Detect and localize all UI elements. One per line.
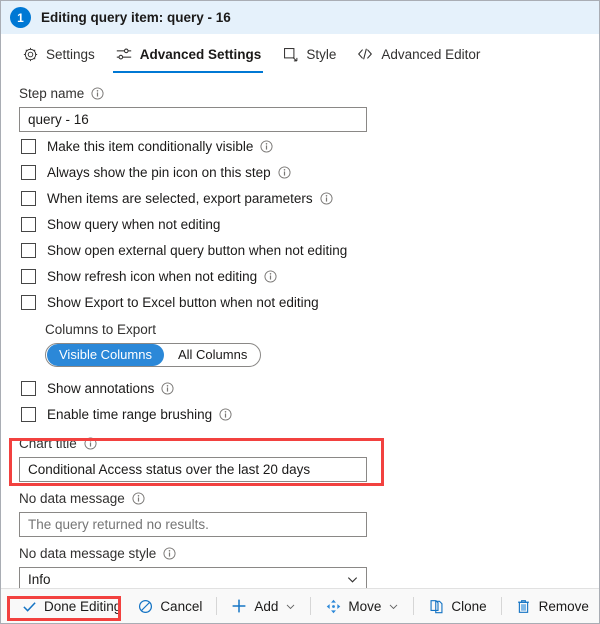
page-title: Editing query item: query - 16 [41, 10, 231, 25]
step-number-badge: 1 [10, 7, 31, 28]
step-name-label-row: Step name [1, 83, 599, 103]
gear-icon [21, 45, 39, 63]
move-button[interactable]: Move [317, 594, 407, 619]
no-data-message-input[interactable] [19, 512, 367, 537]
checkmark-icon [21, 598, 37, 614]
checkbox-label: Show open external query button when not… [47, 242, 348, 258]
cancel-label: Cancel [160, 598, 203, 614]
info-icon[interactable] [219, 407, 232, 421]
chevron-down-icon[interactable] [285, 601, 296, 612]
checkbox-label: When items are selected, export paramete… [47, 190, 313, 206]
pivot-option-visible-columns[interactable]: Visible Columns [47, 344, 164, 366]
checkbox-always-show-pin[interactable] [21, 164, 36, 180]
checkbox-show-export-to-excel[interactable] [21, 294, 36, 310]
add-button[interactable]: Add [223, 594, 304, 619]
panel-header: 1 Editing query item: query - 16 [1, 1, 599, 34]
step-name-input[interactable] [19, 107, 367, 132]
style-square-icon [281, 45, 299, 63]
sliders-icon [115, 45, 133, 63]
pivot-option-all-columns[interactable]: All Columns [166, 344, 259, 366]
copy-icon [428, 598, 444, 614]
info-icon[interactable] [278, 165, 291, 179]
tab-advanced-editor-label: Advanced Editor [381, 46, 481, 62]
checkbox-export-parameters[interactable] [21, 190, 36, 206]
tab-advanced-settings[interactable]: Advanced Settings [105, 34, 272, 74]
checkbox-show-refresh-icon[interactable] [21, 268, 36, 284]
toolbar-separator [413, 597, 415, 615]
checkbox-show-open-external-query[interactable] [21, 242, 36, 258]
checkbox-label: Always show the pin icon on this step [47, 164, 271, 180]
chart-title-label-row: Chart title [1, 433, 599, 453]
tab-advanced-settings-label: Advanced Settings [139, 46, 262, 62]
clone-button[interactable]: Clone [420, 594, 494, 619]
checkbox-label: Enable time range brushing [47, 406, 213, 422]
checkbox-row-show-export-to-excel[interactable]: Show Export to Excel button when not edi… [1, 290, 599, 314]
move-arrows-icon [325, 598, 341, 614]
checkbox-row-conditionally-visible[interactable]: Make this item conditionally visible [1, 134, 599, 158]
checkbox-row-export-parameters[interactable]: When items are selected, export paramete… [1, 186, 599, 210]
no-data-message-style-label: No data message style [19, 545, 157, 561]
tab-advanced-editor[interactable]: Advanced Editor [346, 34, 490, 74]
remove-button[interactable]: Remove [508, 594, 597, 619]
done-editing-label: Done Editing [44, 598, 122, 614]
info-icon[interactable] [132, 491, 145, 505]
cancel-circle-icon [137, 598, 153, 614]
checkbox-enable-time-range-brushing[interactable] [21, 406, 36, 422]
no-data-message-label-row: No data message [1, 488, 599, 508]
checkbox-label: Show Export to Excel button when not edi… [47, 294, 319, 310]
checkbox-label: Show query when not editing [47, 216, 221, 232]
info-icon[interactable] [84, 436, 97, 450]
bottom-toolbar: Done Editing Cancel Add Move Clone Remov… [1, 588, 599, 623]
move-label: Move [348, 598, 382, 614]
settings-form: Step name Make this item conditionally v… [1, 75, 599, 592]
info-icon[interactable] [260, 139, 273, 153]
checkbox-row-show-annotations[interactable]: Show annotations [1, 376, 599, 400]
checkbox-label: Make this item conditionally visible [47, 138, 254, 154]
info-icon[interactable] [264, 269, 277, 283]
tab-settings[interactable]: Settings [11, 34, 105, 74]
checkbox-label: Show annotations [47, 380, 155, 396]
toolbar-separator [310, 597, 312, 615]
checkbox-row-show-refresh-icon[interactable]: Show refresh icon when not editing [1, 264, 599, 288]
info-icon[interactable] [163, 546, 176, 560]
info-icon[interactable] [320, 191, 333, 205]
info-icon[interactable] [91, 86, 104, 100]
clone-label: Clone [451, 598, 487, 614]
cancel-button[interactable]: Cancel [129, 594, 210, 619]
chart-title-input[interactable] [19, 457, 367, 482]
tab-settings-label: Settings [46, 46, 95, 62]
editing-query-item-panel: 1 Editing query item: query - 16 Setting… [0, 0, 600, 624]
checkbox-row-show-open-external-query[interactable]: Show open external query button when not… [1, 238, 599, 262]
columns-to-export-label: Columns to Export [45, 322, 157, 337]
no-data-message-style-label-row: No data message style [1, 543, 599, 563]
step-name-label: Step name [19, 85, 85, 101]
add-label: Add [254, 598, 279, 614]
tab-style[interactable]: Style [271, 34, 346, 74]
checkbox-conditionally-visible[interactable] [21, 138, 36, 154]
done-editing-button[interactable]: Done Editing [13, 594, 129, 619]
tab-style-label: Style [306, 46, 337, 62]
tab-bar: Settings Advanced Settings Style Advance… [1, 34, 599, 75]
remove-label: Remove [538, 598, 589, 614]
checkbox-show-annotations[interactable] [21, 380, 36, 396]
chart-title-label: Chart title [19, 435, 77, 451]
checkbox-row-always-show-pin[interactable]: Always show the pin icon on this step [1, 160, 599, 184]
no-data-message-label: No data message [19, 490, 125, 506]
toolbar-separator [216, 597, 218, 615]
code-brackets-icon [356, 45, 374, 63]
info-icon[interactable] [161, 381, 174, 395]
toolbar-separator [500, 597, 502, 615]
trash-icon [516, 598, 532, 614]
checkbox-row-show-query[interactable]: Show query when not editing [1, 212, 599, 236]
columns-to-export-toggle[interactable]: Visible Columns All Columns [45, 343, 262, 367]
checkbox-label: Show refresh icon when not editing [47, 268, 258, 284]
checkbox-row-enable-time-range-brushing[interactable]: Enable time range brushing [1, 402, 599, 426]
chevron-down-icon[interactable] [388, 601, 399, 612]
checkbox-show-query[interactable] [21, 216, 36, 232]
plus-icon [231, 598, 247, 614]
